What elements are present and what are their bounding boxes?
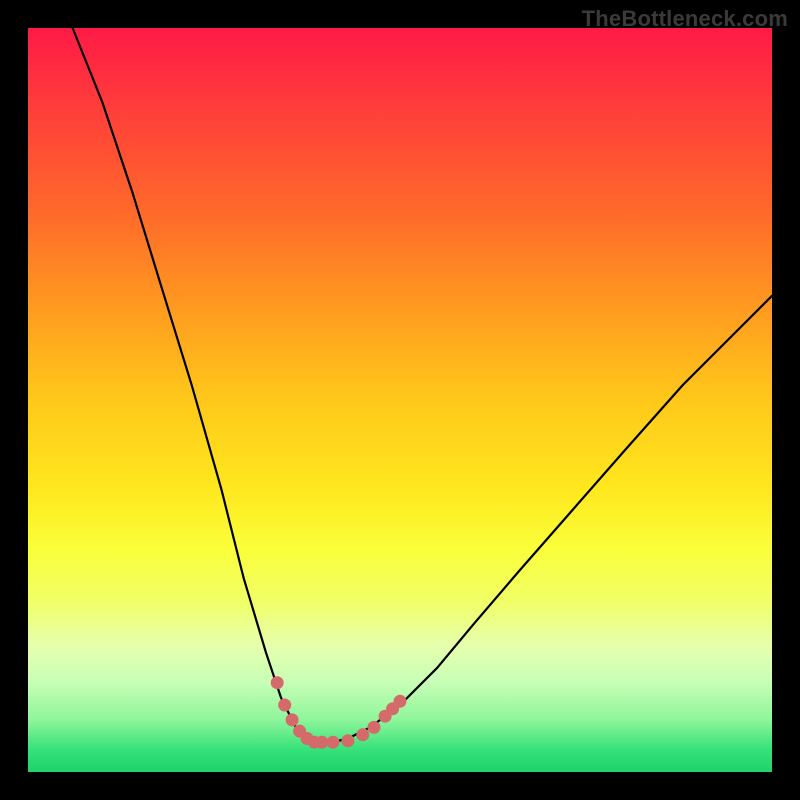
curve-path bbox=[73, 28, 772, 742]
chart-svg bbox=[28, 28, 772, 772]
highlight-dot bbox=[271, 676, 284, 689]
highlight-dot bbox=[286, 713, 299, 726]
highlight-dot bbox=[315, 736, 328, 749]
chart-frame: TheBottleneck.com bbox=[0, 0, 800, 800]
highlight-dot bbox=[341, 734, 354, 747]
highlight-dot bbox=[278, 699, 291, 712]
highlight-dot bbox=[368, 721, 381, 734]
highlight-dots bbox=[271, 676, 407, 749]
bottleneck-curve bbox=[73, 28, 772, 742]
highlight-dot bbox=[356, 728, 369, 741]
highlight-dot bbox=[327, 736, 340, 749]
plot-gradient-area bbox=[28, 28, 772, 772]
highlight-dot bbox=[394, 695, 407, 708]
